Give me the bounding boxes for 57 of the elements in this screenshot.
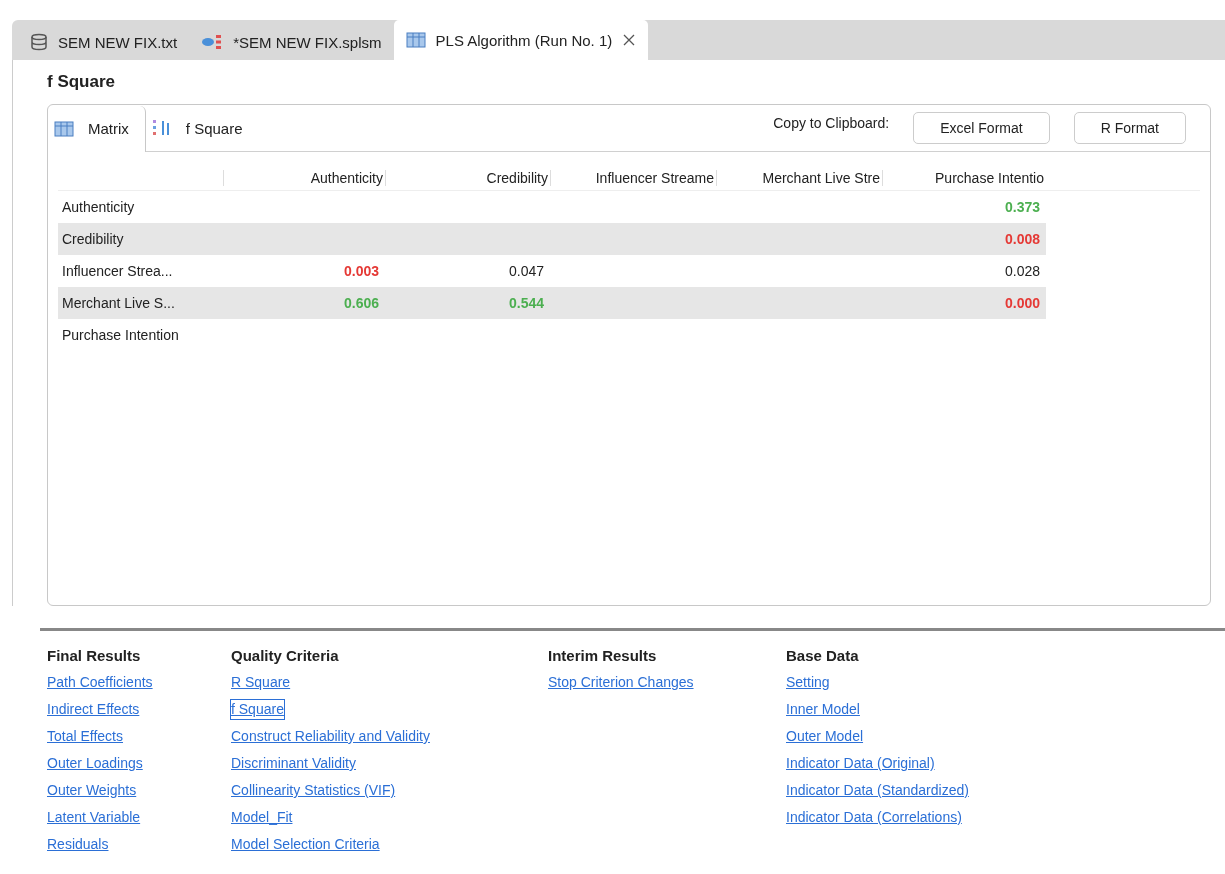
format-button[interactable]: Excel Format [913, 112, 1050, 144]
result-link[interactable]: Collinearity Statistics (VIF) [231, 781, 396, 800]
column-header: Purchase Intentio [882, 170, 1046, 186]
result-link[interactable]: Outer Weights [47, 781, 137, 800]
table-cell-text: 0.047 [508, 263, 545, 279]
result-link[interactable]: R Square [231, 673, 291, 692]
database-icon [30, 33, 48, 51]
editor-tab[interactable]: *SEM NEW FIX.splsm [189, 24, 394, 60]
row-header: Purchase Intention [61, 327, 180, 343]
clipboard-label: Copy to Clipboard: [773, 115, 890, 131]
table-cell-text: 0.028 [1004, 263, 1041, 279]
result-link[interactable]: Outer Model [786, 727, 864, 746]
view-tab[interactable]: Matrix [48, 105, 146, 152]
column-header: Influencer Streame [550, 170, 716, 186]
table-cell-text: 0.000 [1004, 295, 1041, 311]
result-link[interactable]: Indicator Data (Correlations) [786, 808, 962, 827]
result-link[interactable]: Residuals [47, 835, 109, 854]
result-link[interactable]: Outer Loadings [47, 754, 143, 773]
row-header: Merchant Live S... [61, 295, 176, 311]
column-header: Authenticity [223, 170, 385, 186]
result-link[interactable]: Path Coefficients [47, 673, 153, 692]
result-link[interactable]: Construct Reliability and Validity [231, 727, 430, 746]
group-heading: Base Data [786, 647, 860, 664]
result-link[interactable]: Inner Model [786, 700, 860, 719]
result-link[interactable]: Setting [786, 673, 830, 692]
result-link[interactable]: Discriminant Validity [231, 754, 356, 773]
row-header: Influencer Strea... [61, 263, 174, 279]
table-cell-text: 0.008 [1004, 231, 1041, 247]
model-icon [201, 34, 224, 50]
result-link[interactable]: Latent Variable [47, 808, 141, 827]
row-header: Authenticity [61, 199, 136, 215]
column-header: Merchant Live Stre [716, 170, 882, 186]
result-link[interactable]: Total Effects [47, 727, 123, 746]
column-header: Credibility [385, 170, 550, 186]
table-cell-text: 0.003 [343, 263, 380, 279]
result-link[interactable]: Indicator Data (Original) [786, 754, 935, 773]
table-cell-text: 0.373 [1004, 199, 1041, 215]
chart-icon [151, 119, 172, 137]
table-icon [405, 32, 426, 48]
format-button[interactable]: R Format [1073, 112, 1186, 144]
table-icon [54, 120, 74, 137]
group-heading: Quality Criteria [231, 647, 340, 664]
table-cell-text: 0.606 [343, 295, 380, 311]
view-title: f Square [47, 72, 117, 92]
result-link[interactable]: Model_Fit [231, 808, 293, 827]
result-link[interactable]: f Square [231, 700, 284, 719]
table-cell-text: 0.544 [508, 295, 545, 311]
group-heading: Interim Results [548, 647, 658, 664]
row-header: Credibility [61, 231, 125, 247]
result-link[interactable]: Indirect Effects [47, 700, 140, 719]
result-link[interactable]: Stop Criterion Changes [548, 673, 694, 692]
group-heading: Final Results [47, 647, 142, 664]
close-icon[interactable] [622, 33, 637, 47]
editor-tab[interactable]: SEM NEW FIX.txt [18, 24, 190, 60]
editor-tab[interactable]: PLS Algorithm (Run No. 1) [393, 20, 649, 60]
result-link[interactable]: Model Selection Criteria [231, 835, 380, 854]
result-link[interactable]: Indicator Data (Standardized) [786, 781, 969, 800]
